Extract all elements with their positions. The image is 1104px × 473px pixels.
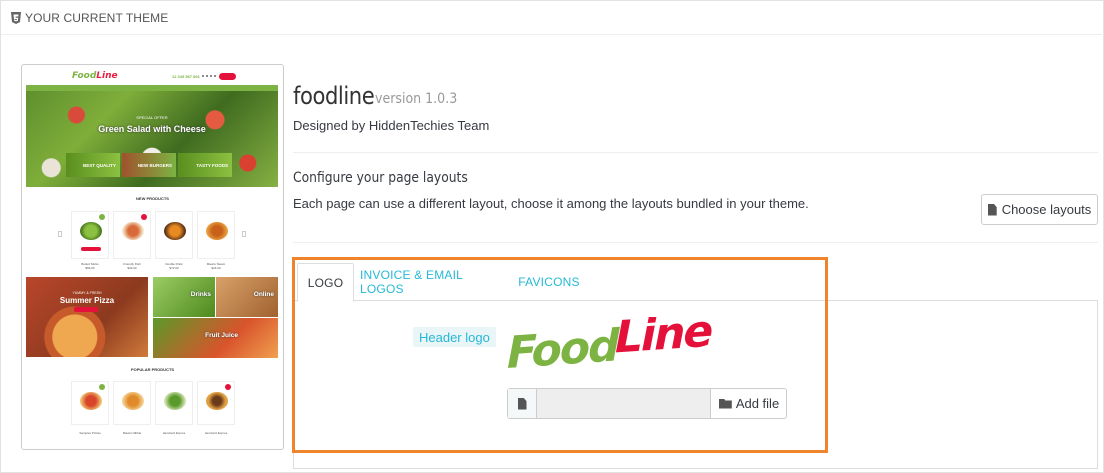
preview-drinks-tile: Drinks xyxy=(153,277,215,317)
preview-banner: TASTY FOODS xyxy=(178,153,232,177)
divider xyxy=(293,242,1098,243)
panel-heading: YOUR CURRENT THEME xyxy=(1,1,1104,35)
theme-version: version 1.0.3 xyxy=(375,91,458,107)
divider xyxy=(293,152,1098,153)
preview-product xyxy=(155,211,193,259)
choose-layouts-label: Choose layouts xyxy=(1001,202,1092,217)
preview-promo-area: YUMMY & FRESH Summer Pizza Drinks Online… xyxy=(26,277,278,358)
preview-banners: BEST QUALITY NEW BURGERS TASTY FOODS xyxy=(66,153,232,177)
preview-product xyxy=(197,211,235,259)
preview-new-products-title: NEW PRODUCTS xyxy=(136,196,169,201)
preview-hero-title: Green Salad with Cheese xyxy=(98,124,206,134)
html5-icon xyxy=(11,11,21,24)
theme-preview-image: FoodLine 12 345 567 891 SPECIAL OFFER Gr… xyxy=(21,64,284,450)
preview-product-captions: Boiled Sticks $56.00 Friendly Dish $32.00 … xyxy=(81,262,226,270)
preview-juice-tile: Fruit Juice xyxy=(153,318,278,358)
highlight-box xyxy=(292,257,828,453)
preview-popular-products xyxy=(71,381,235,425)
preview-online-tile: Online xyxy=(216,277,278,317)
preview-product xyxy=(113,211,151,259)
preview-phone: 12 345 567 891 xyxy=(172,74,200,79)
preview-right-arrow xyxy=(242,231,246,237)
preview-pizza-banner: YUMMY & FRESH Summer Pizza xyxy=(26,277,148,357)
panel-title: YOUR CURRENT THEME xyxy=(25,10,169,25)
preview-hero-subtitle: SPECIAL OFFER xyxy=(136,115,168,120)
theme-name: foodline xyxy=(293,82,375,110)
preview-left-arrow xyxy=(58,231,62,237)
preview-banner: NEW BURGERS xyxy=(122,153,176,177)
theme-author: Designed by HiddenTechies Team xyxy=(293,118,490,133)
preview-popular-captions: Samples Pizzas Mauris Nibble Hendrerit E… xyxy=(79,431,228,435)
preview-popular-title: POPULAR PRODUCTS xyxy=(130,367,175,372)
preview-banner: BEST QUALITY xyxy=(66,153,120,177)
preview-cart-icon xyxy=(219,73,236,80)
preview-dots xyxy=(202,75,216,78)
preview-logo: FoodLine xyxy=(72,71,118,81)
layouts-description: Each page can use a different layout, ch… xyxy=(293,196,809,211)
layouts-title: Configure your page layouts xyxy=(293,170,468,186)
preview-product xyxy=(71,211,109,259)
file-icon xyxy=(987,203,997,216)
preview-new-products xyxy=(71,211,235,259)
choose-layouts-button[interactable]: Choose layouts xyxy=(981,194,1098,225)
preview-header: FoodLine 12 345 567 891 xyxy=(26,69,278,85)
